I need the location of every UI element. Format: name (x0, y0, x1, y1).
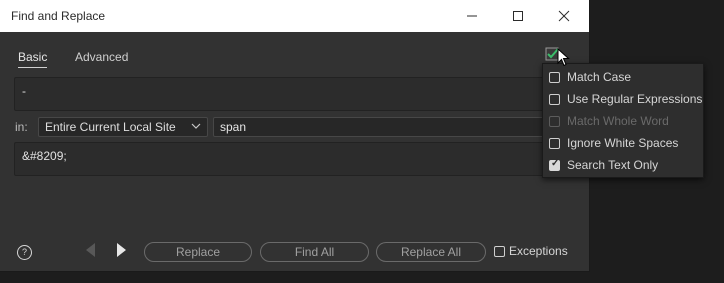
menu-item-search-text-only[interactable]: Search Text Only (543, 154, 703, 176)
match-case-checkbox[interactable] (549, 72, 560, 83)
use-regex-checkbox[interactable] (549, 94, 560, 105)
maximize-button[interactable] (495, 4, 541, 28)
exceptions-label: Exceptions (509, 244, 568, 258)
close-button[interactable] (541, 4, 587, 28)
tag-field[interactable]: span (213, 117, 553, 137)
scope-select-value: Entire Current Local Site (45, 120, 176, 134)
find-field[interactable]: - (14, 77, 554, 111)
mouse-pointer-icon (557, 48, 570, 67)
close-icon (558, 10, 570, 22)
ignore-white-spaces-label: Ignore White Spaces (567, 136, 679, 150)
help-icon[interactable]: ? (17, 245, 32, 260)
replace-button[interactable]: Replace (144, 242, 252, 262)
menu-item-use-regex[interactable]: Use Regular Expressions (543, 88, 703, 110)
next-arrow-icon[interactable] (117, 243, 126, 257)
tag-field-value: span (220, 120, 247, 134)
minimize-icon (467, 15, 477, 17)
maximize-icon (513, 11, 523, 21)
match-whole-word-checkbox (549, 116, 560, 127)
search-options-menu: Match Case Use Regular Expressions Match… (542, 63, 704, 178)
ignore-white-spaces-checkbox[interactable] (549, 138, 560, 149)
tab-advanced[interactable]: Advanced (75, 50, 128, 64)
replace-all-button[interactable]: Replace All (376, 242, 486, 262)
exceptions-checkbox[interactable] (494, 246, 505, 257)
search-text-only-label: Search Text Only (567, 158, 659, 172)
find-all-button[interactable]: Find All (260, 242, 369, 262)
minimize-button[interactable] (449, 4, 495, 28)
use-regex-label: Use Regular Expressions (567, 92, 703, 106)
title-bar[interactable]: Find and Replace (0, 0, 589, 32)
menu-item-match-case[interactable]: Match Case (543, 66, 703, 88)
scope-select[interactable]: Entire Current Local Site (38, 117, 208, 137)
search-text-only-checkbox[interactable] (549, 158, 560, 171)
menu-item-ignore-white-spaces[interactable]: Ignore White Spaces (543, 132, 703, 154)
match-whole-word-label: Match Whole Word (567, 114, 669, 128)
tab-basic[interactable]: Basic (18, 50, 48, 68)
previous-arrow-icon[interactable] (86, 243, 95, 257)
chevron-down-icon (191, 120, 201, 135)
menu-item-match-whole-word: Match Whole Word (543, 110, 703, 132)
replace-field-value: &#8209; (22, 149, 67, 163)
window-title: Find and Replace (11, 9, 106, 23)
scope-in-label: in: (15, 120, 28, 134)
find-field-value: - (22, 84, 26, 98)
replace-field[interactable]: &#8209; (14, 142, 554, 176)
match-case-label: Match Case (567, 70, 632, 84)
find-replace-dialog: Find and Replace Basic Advanced - in: En… (0, 0, 590, 272)
